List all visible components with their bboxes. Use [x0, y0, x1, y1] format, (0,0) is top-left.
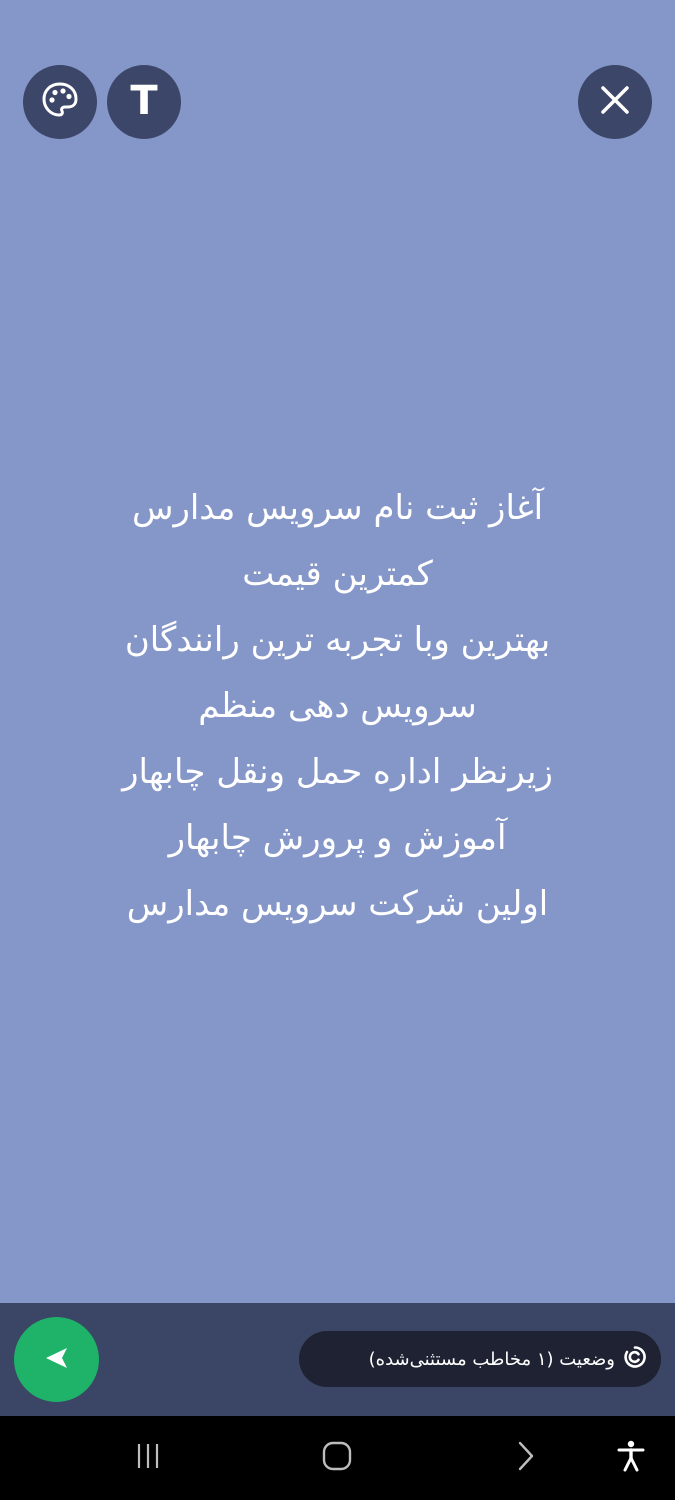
home-button[interactable]	[316, 1438, 358, 1478]
status-line: سرویس دهی منظم	[198, 686, 477, 726]
status-line: آموزش و پرورش چابهار	[168, 818, 507, 858]
recent-apps-button[interactable]	[128, 1438, 168, 1478]
text-style-button[interactable]: T	[107, 65, 181, 139]
send-button[interactable]	[14, 1317, 99, 1402]
status-canvas[interactable]: T آغاز ثبت نام سرویس مدارس کمترین قیمت ب…	[0, 0, 675, 1303]
status-line: بهترین وبا تجربه ترین رانندگان	[124, 620, 551, 660]
send-icon	[37, 1338, 77, 1382]
accessibility-icon	[616, 1439, 646, 1477]
status-text-body[interactable]: آغاز ثبت نام سرویس مدارس کمترین قیمت بهت…	[0, 475, 675, 937]
status-line: آغاز ثبت نام سرویس مدارس	[131, 488, 544, 528]
status-line: زیرنظر اداره حمل ونقل چابهار	[122, 752, 553, 792]
privacy-label: وضعیت (۱ مخاطب مستثنی‌شده)	[368, 1348, 615, 1370]
accessibility-button[interactable]	[611, 1438, 651, 1478]
color-palette-button[interactable]	[23, 65, 97, 139]
close-button[interactable]	[578, 65, 652, 139]
back-icon	[512, 1440, 538, 1476]
text-style-label: T	[130, 78, 158, 124]
system-navigation-bar	[0, 1416, 675, 1500]
recent-apps-icon	[133, 1441, 163, 1475]
status-ring-icon	[623, 1345, 647, 1373]
status-line: اولین شرکت سرویس مدارس	[126, 884, 549, 924]
back-button[interactable]	[505, 1438, 545, 1478]
composer-bar: وضعیت (۱ مخاطب مستثنی‌شده)	[0, 1303, 675, 1416]
home-icon	[321, 1440, 353, 1476]
status-privacy-button[interactable]: وضعیت (۱ مخاطب مستثنی‌شده)	[299, 1331, 661, 1387]
palette-icon	[40, 80, 80, 124]
status-line: کمترین قیمت	[242, 554, 433, 594]
close-icon	[598, 83, 632, 121]
